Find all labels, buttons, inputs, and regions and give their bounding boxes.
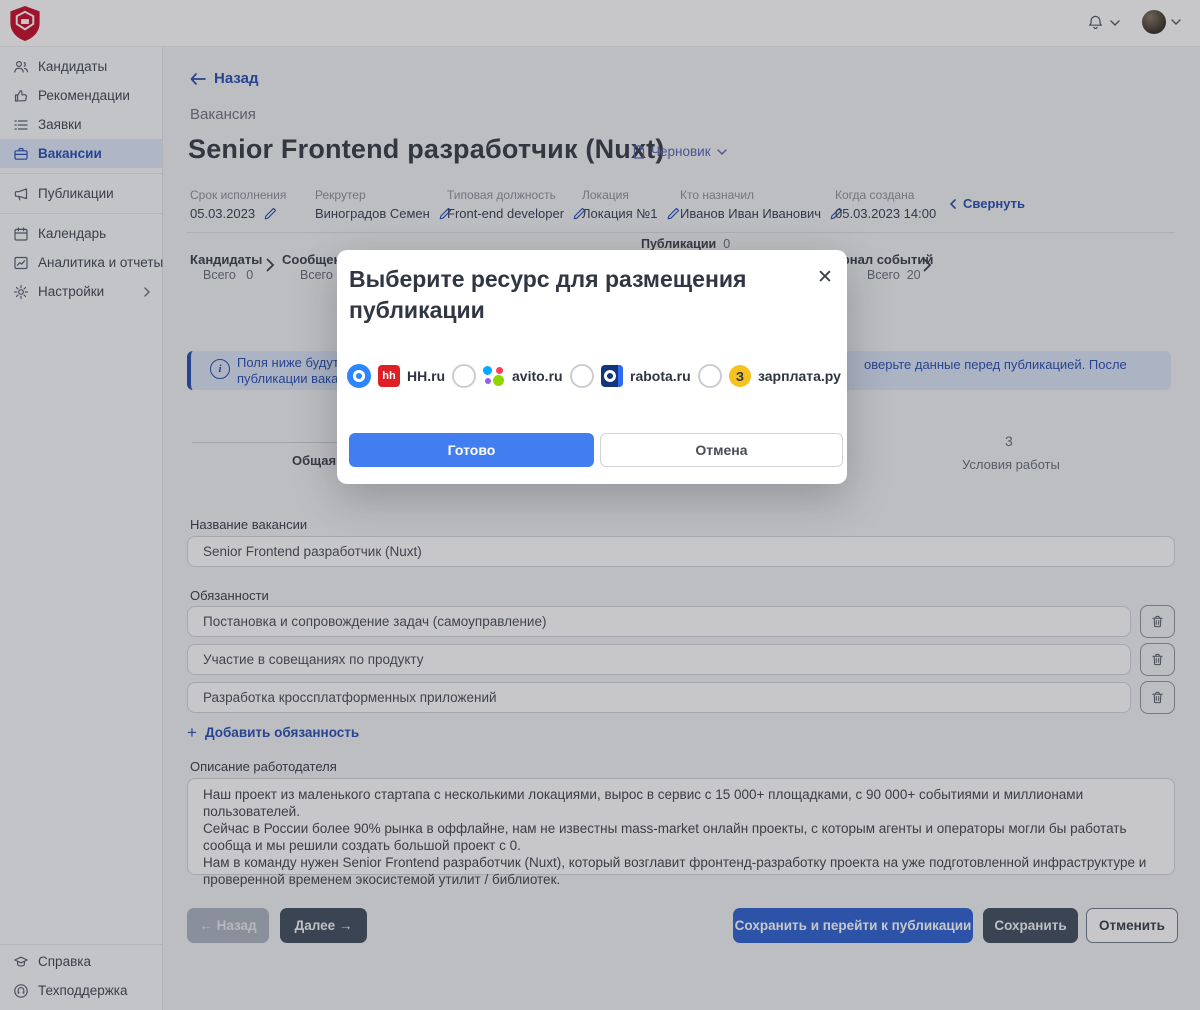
- radio-button[interactable]: [347, 364, 371, 388]
- radio-button[interactable]: [452, 364, 476, 388]
- resource-option-label: HH.ru: [407, 368, 445, 384]
- resource-option-avito[interactable]: avito.ru: [452, 364, 563, 388]
- resource-option-label: avito.ru: [512, 368, 563, 384]
- resource-option-rabota[interactable]: rabota.ru: [570, 364, 691, 388]
- modal-title: Выберите ресурс для размещения публикаци…: [349, 264, 809, 326]
- rabota-logo-icon: [601, 365, 623, 387]
- resource-option-label: rabota.ru: [630, 368, 691, 384]
- radio-button[interactable]: [698, 364, 722, 388]
- publish-resource-modal: Выберите ресурс для размещения публикаци…: [337, 250, 847, 484]
- zarplata-logo-icon: З: [729, 365, 751, 387]
- resource-option-hh[interactable]: hh HH.ru: [347, 364, 445, 388]
- resource-option-zarplata[interactable]: З зарплата.ру: [698, 364, 841, 388]
- app-root: Кандидаты Рекомендации Заявки Вакансии П…: [0, 0, 1200, 1010]
- modal-overlay[interactable]: [0, 0, 1200, 1010]
- avito-logo-icon: [483, 365, 505, 387]
- hh-logo-icon: hh: [378, 365, 400, 387]
- resource-option-label: зарплата.ру: [758, 368, 841, 384]
- modal-confirm-button[interactable]: Готово: [349, 433, 594, 467]
- radio-button[interactable]: [570, 364, 594, 388]
- modal-cancel-button[interactable]: Отмена: [600, 433, 843, 467]
- close-icon[interactable]: ✕: [815, 268, 835, 288]
